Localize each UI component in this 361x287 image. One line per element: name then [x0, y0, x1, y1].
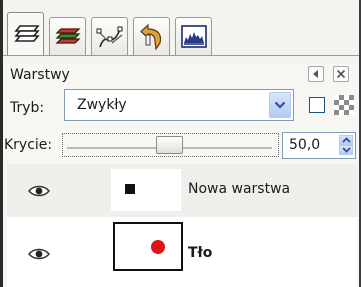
eye-icon[interactable]: [27, 184, 51, 202]
opacity-spinbox[interactable]: 50,0: [282, 132, 356, 159]
keep-transparency-checkbox[interactable]: [309, 97, 325, 113]
chevron-up-icon: [342, 137, 351, 143]
layers-list: Nowa warstwa Tło: [7, 164, 357, 287]
layer-thumbnail[interactable]: [111, 169, 181, 211]
layer-row[interactable]: Nowa warstwa: [7, 164, 357, 217]
panel-title: Warstwy: [10, 67, 70, 83]
paths-icon: [96, 26, 123, 48]
tab-channels[interactable]: [49, 17, 86, 56]
layers-icon: [14, 25, 40, 42]
tab-strip-baseline: [3, 55, 359, 56]
undo-history-icon: [140, 23, 162, 51]
channels-icon: [55, 28, 81, 44]
lock-alpha-icon: [334, 95, 354, 115]
opacity-slider[interactable]: [62, 133, 279, 157]
thumbnail-mark-dot: [151, 240, 165, 254]
close-icon: [336, 69, 346, 79]
opacity-spin-buttons: [339, 135, 353, 156]
chevron-down-icon: [274, 101, 286, 109]
eye-icon[interactable]: [27, 247, 51, 265]
spin-down-button[interactable]: [339, 145, 353, 155]
mode-select[interactable]: Zwykły: [64, 89, 294, 121]
thumbnail-mark-square: [125, 184, 135, 194]
tab-paths[interactable]: [91, 17, 128, 56]
layer-thumbnail[interactable]: [113, 222, 183, 271]
layer-row-active[interactable]: Tło: [7, 217, 357, 287]
tab-layers[interactable]: [7, 12, 44, 56]
opacity-value: 50,0: [289, 137, 321, 153]
spin-up-button[interactable]: [339, 135, 353, 145]
layer-name[interactable]: Tło: [188, 245, 212, 261]
mode-dropdown-button[interactable]: [269, 92, 291, 118]
opacity-label: Krycie:: [4, 137, 53, 153]
panel-menu-button[interactable]: [308, 66, 324, 82]
layer-name[interactable]: Nowa warstwa: [188, 181, 290, 197]
chevron-down-icon: [342, 147, 351, 153]
opacity-slider-thumb[interactable]: [156, 136, 183, 154]
panel-menu-icon: [313, 70, 318, 78]
histogram-icon: [181, 25, 207, 48]
tab-histogram[interactable]: [175, 17, 212, 56]
tab-undo-history[interactable]: [133, 17, 170, 56]
mode-label: Tryb:: [10, 100, 45, 116]
mode-select-value: Zwykły: [77, 97, 127, 113]
panel-close-button[interactable]: [333, 66, 349, 82]
dock-tab-strip: [3, 0, 359, 63]
